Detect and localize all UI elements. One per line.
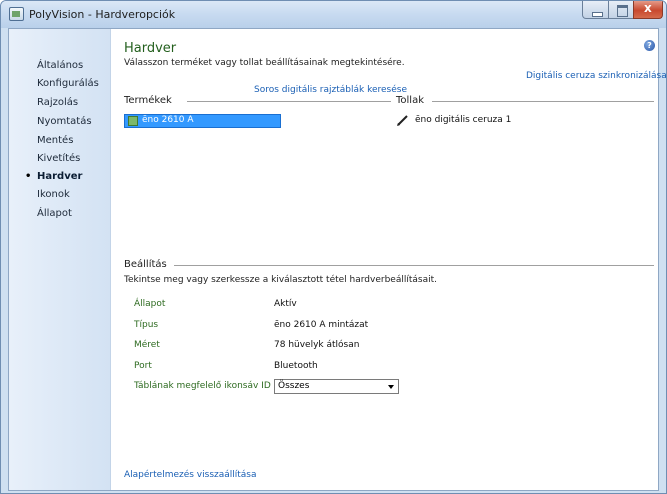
- sidebar-item-allapot[interactable]: Állapot: [37, 208, 72, 219]
- size-value: 78 hüvelyk átlósan: [274, 340, 360, 350]
- active-bullet: •: [25, 171, 32, 182]
- sidebar-item-altalanos[interactable]: Általános: [37, 60, 83, 71]
- products-divider: [187, 101, 391, 102]
- sidebar: Általános Konfigurálás Rajzolás Nyomtatá…: [9, 29, 111, 490]
- product-item-label: ēno 2610 A: [142, 115, 194, 125]
- sidebar-item-konfiguralas[interactable]: Konfigurálás: [37, 78, 99, 89]
- port-value: Bluetooth: [274, 361, 318, 371]
- products-label: Termékek: [124, 95, 172, 106]
- sidebar-item-kivetites[interactable]: Kivetítés: [37, 153, 80, 164]
- sidebar-item-nyomtatas[interactable]: Nyomtatás: [37, 116, 92, 127]
- help-icon[interactable]: ?: [644, 40, 655, 51]
- client-area: Általános Konfigurálás Rajzolás Nyomtatá…: [8, 28, 666, 491]
- type-value: ēno 2610 A mintázat: [274, 320, 369, 330]
- reset-defaults-link[interactable]: Alapértelmezés visszaállítása: [124, 470, 257, 480]
- sidebar-item-hardver[interactable]: Hardver: [37, 171, 82, 182]
- iconbar-id-label: Táblának megfelelő ikonsáv ID: [134, 381, 271, 391]
- iconbar-id-select[interactable]: Összes: [274, 379, 399, 394]
- maximize-button[interactable]: [608, 1, 634, 19]
- tablet-icon: [128, 116, 138, 126]
- sidebar-item-ikonok[interactable]: Ikonok: [37, 189, 70, 200]
- settings-description: Tekintse meg vagy szerkessze a kiválaszt…: [124, 275, 437, 285]
- search-tablets-link[interactable]: Soros digitális rajztáblák keresése: [254, 85, 407, 95]
- type-label: Típus: [134, 320, 159, 330]
- sidebar-item-rajzolas[interactable]: Rajzolás: [37, 97, 78, 108]
- product-item[interactable]: ēno 2610 A: [124, 114, 281, 128]
- page-subtitle: Válasszon terméket vagy tollat beállítás…: [124, 58, 405, 68]
- chevron-down-icon: [388, 385, 394, 389]
- sidebar-item-mentes[interactable]: Mentés: [37, 135, 73, 146]
- title-bar[interactable]: PolyVision - Hardveropciók: [1, 1, 666, 28]
- sync-pen-link[interactable]: Digitális ceruza szinkronizálása: [526, 71, 666, 81]
- main-panel: Hardver Válasszon terméket vagy tollat b…: [112, 29, 666, 490]
- minimize-button[interactable]: [582, 1, 609, 19]
- settings-divider: [174, 265, 654, 266]
- app-icon: [9, 7, 24, 21]
- pens-divider: [432, 101, 654, 102]
- port-label: Port: [134, 361, 152, 371]
- pen-icon: [397, 115, 408, 126]
- status-value: Aktív: [274, 299, 297, 309]
- pens-label: Tollak: [396, 95, 425, 106]
- close-button[interactable]: [633, 1, 663, 19]
- pen-item[interactable]: ēno digitális ceruza 1: [415, 115, 511, 125]
- page-title: Hardver: [124, 41, 177, 56]
- status-label: Állapot: [134, 299, 166, 309]
- settings-label: Beállítás: [124, 259, 167, 270]
- size-label: Méret: [134, 340, 160, 350]
- app-window: PolyVision - Hardveropciók Általános Kon…: [0, 0, 667, 494]
- window-title: PolyVision - Hardveropciók: [29, 8, 176, 21]
- iconbar-id-value: Összes: [278, 381, 310, 391]
